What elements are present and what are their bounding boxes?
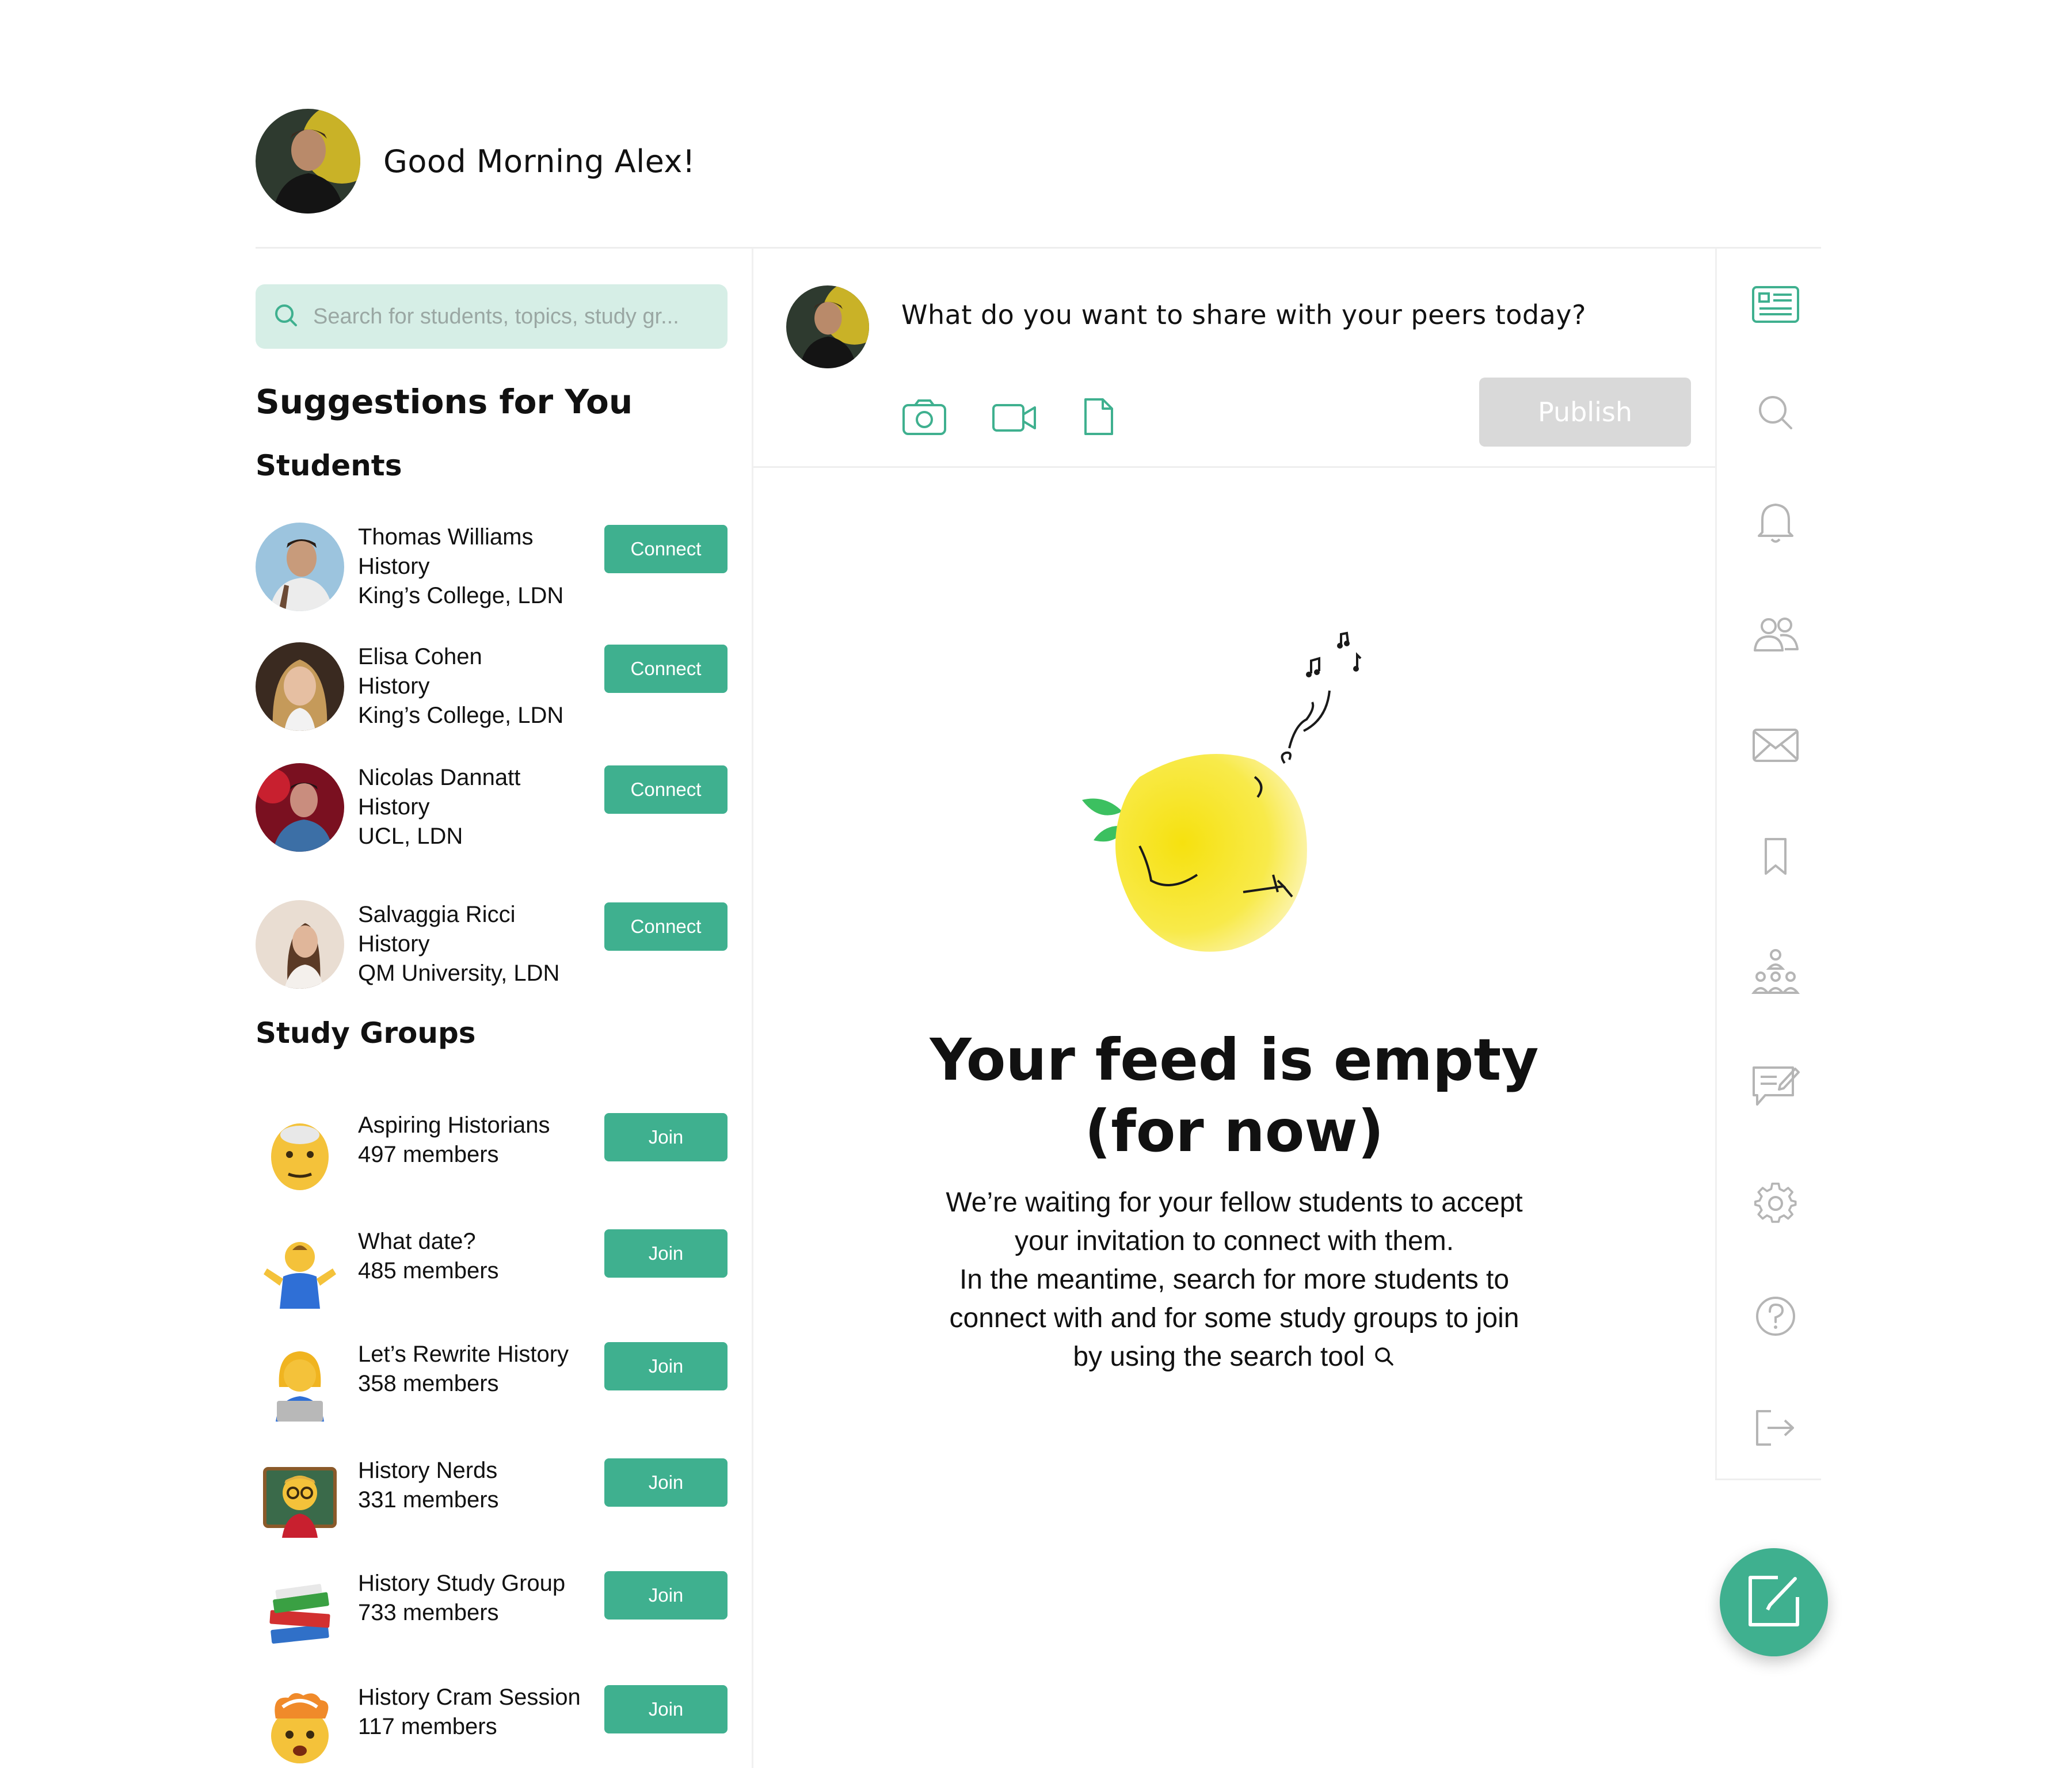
bookmark-icon[interactable] [1750, 831, 1801, 883]
document-icon[interactable] [1077, 397, 1123, 437]
student-row: Thomas Williams History King’s College, … [256, 523, 728, 620]
join-button[interactable]: Join [604, 1685, 728, 1733]
study-group-members: 733 members [358, 1600, 499, 1625]
study-group-members: 358 members [358, 1371, 499, 1396]
study-group-members: 485 members [358, 1258, 499, 1283]
gear-icon[interactable] [1750, 1178, 1801, 1229]
empty-feed-message-line: your invitation to connect with them. [1014, 1226, 1454, 1256]
study-group-name: Let’s Rewrite History [358, 1342, 569, 1367]
student-name: Elisa Cohen [358, 644, 482, 669]
study-group-members: 117 members [358, 1714, 497, 1739]
student-subject: History [358, 673, 430, 699]
student-row: Nicolas Dannatt History UCL, LDN Connect [256, 763, 728, 861]
study-group-row: Let’s Rewrite History 358 members Join [256, 1340, 728, 1438]
empty-feed-message-line: by using the search tool [1073, 1342, 1365, 1372]
empty-feed-title-line1: Your feed is empty [930, 1026, 1539, 1093]
connect-button[interactable]: Connect [604, 765, 728, 814]
camera-icon[interactable] [901, 397, 947, 437]
empty-feed-message-line: In the meantime, search for more student… [959, 1264, 1510, 1295]
study-group-row: History Study Group 733 members Join [256, 1569, 728, 1667]
chat-edit-icon[interactable] [1750, 1060, 1801, 1112]
student-avatar[interactable] [256, 900, 344, 989]
study-group-members: 331 members [358, 1487, 499, 1512]
connect-button[interactable]: Connect [604, 902, 728, 951]
video-icon[interactable] [991, 397, 1037, 437]
student-name: Thomas Williams [358, 524, 534, 550]
publish-button[interactable]: Publish [1479, 378, 1691, 447]
study-group-icon [256, 1569, 344, 1658]
right-nav-bottom-divider [1715, 1479, 1821, 1480]
empty-feed-title: Your feed is empty (for now) [753, 1024, 1715, 1167]
join-button[interactable]: Join [604, 1342, 728, 1390]
student-school: King’s College, LDN [358, 703, 564, 728]
composer-prompt[interactable]: What do you want to share with your peer… [901, 299, 1586, 330]
header: Good Morning Alex! [256, 108, 695, 214]
student-subject: History [358, 931, 430, 957]
user-avatar[interactable] [256, 109, 360, 214]
study-group-icon [256, 1456, 344, 1545]
right-nav-divider [1715, 249, 1717, 1480]
study-group-row: History Nerds 331 members Join [256, 1456, 728, 1554]
study-group-members: 497 members [358, 1142, 499, 1167]
study-group-icon [256, 1111, 344, 1199]
study-group-name: Aspiring Historians [358, 1112, 550, 1138]
student-school: QM University, LDN [358, 961, 560, 986]
study-group-name: History Nerds [358, 1458, 498, 1483]
study-group-icon [256, 1683, 344, 1768]
help-icon[interactable] [1750, 1290, 1801, 1342]
join-button[interactable]: Join [604, 1571, 728, 1620]
students-section-title: Students [256, 449, 402, 482]
study-groups-section-title: Study Groups [256, 1016, 476, 1050]
search-icon [273, 302, 299, 331]
groups-icon[interactable] [1750, 946, 1801, 998]
connect-button[interactable]: Connect [604, 645, 728, 693]
empty-feed-message-line: connect with and for some study groups t… [949, 1303, 1519, 1333]
student-avatar[interactable] [256, 763, 344, 852]
student-name: Nicolas Dannatt [358, 765, 521, 790]
bell-icon[interactable] [1750, 496, 1801, 548]
study-group-name: History Study Group [358, 1571, 566, 1596]
search-icon[interactable] [1750, 387, 1801, 439]
study-group-row: Aspiring Historians 497 members Join [256, 1111, 728, 1209]
left-column-divider [752, 249, 753, 1768]
header-divider [256, 247, 1821, 249]
compose-button[interactable] [1720, 1548, 1828, 1656]
join-button[interactable]: Join [604, 1229, 728, 1278]
student-name: Salvaggia Ricci [358, 902, 516, 927]
composer-avatar [786, 285, 869, 368]
empty-feed-title-line2: (for now) [1084, 1098, 1384, 1165]
student-row: Elisa Cohen History King’s College, LDN … [256, 642, 728, 740]
study-group-row: History Cram Session 117 members Join [256, 1683, 728, 1768]
logout-icon[interactable] [1750, 1402, 1801, 1454]
study-group-icon [256, 1227, 344, 1316]
student-avatar[interactable] [256, 642, 344, 731]
student-school: UCL, LDN [358, 824, 463, 849]
composer-divider [753, 466, 1715, 468]
compose-icon [1742, 1569, 1806, 1635]
mail-icon[interactable] [1750, 719, 1801, 771]
student-school: King’s College, LDN [358, 583, 564, 608]
study-group-row: What date? 485 members Join [256, 1227, 728, 1325]
lemon-illustration [1071, 622, 1393, 967]
inline-search-icon [1373, 1342, 1396, 1372]
study-group-name: What date? [358, 1229, 476, 1254]
search-box[interactable] [256, 284, 728, 349]
join-button[interactable]: Join [604, 1113, 728, 1161]
student-subject: History [358, 794, 430, 820]
feed-icon[interactable] [1750, 279, 1801, 330]
student-row: Salvaggia Ricci History QM University, L… [256, 900, 728, 998]
student-avatar[interactable] [256, 523, 344, 611]
study-group-name: History Cram Session [358, 1685, 581, 1710]
empty-feed-message-line: We’re waiting for your fellow students t… [946, 1187, 1523, 1218]
study-group-icon [256, 1340, 344, 1428]
greeting-text: Good Morning Alex! [383, 143, 695, 180]
join-button[interactable]: Join [604, 1458, 728, 1507]
student-subject: History [358, 554, 430, 579]
empty-feed-message: We’re waiting for your fellow students t… [869, 1183, 1600, 1376]
people-icon[interactable] [1750, 609, 1801, 661]
search-input[interactable] [313, 304, 716, 329]
suggestions-title: Suggestions for You [256, 382, 633, 421]
connect-button[interactable]: Connect [604, 525, 728, 573]
